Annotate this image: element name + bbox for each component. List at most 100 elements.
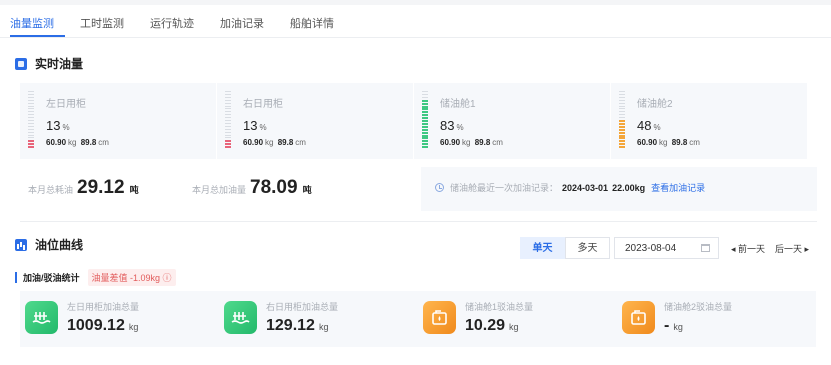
clock-icon — [435, 183, 444, 192]
gauge-tick — [28, 99, 34, 101]
gauge-tick — [619, 91, 625, 92]
gauge-tick — [619, 108, 625, 110]
gauge-tick — [619, 143, 625, 146]
gauge-tick — [28, 137, 34, 139]
gauge-tick — [422, 131, 428, 134]
tank-card: 储油舱1 83% 60.90 kg 89.8 cm — [414, 83, 610, 159]
tab-hours-monitor[interactable]: 工时监测 — [80, 5, 135, 37]
tank-cards: 左日用柜 13% 60.90 kg 89.8 cm 右日用柜 13% 60.90 kg… — [20, 83, 817, 159]
gauge-tick — [619, 105, 625, 107]
refuel-stats: 左日用柜加油总量 1009.12 kg 右日用柜加油总量 129.12 kg 储油舱… — [20, 291, 817, 347]
gauge-tick — [225, 99, 231, 101]
oil-diff-badge[interactable]: 油量差值 -1.09kg ⓘ — [87, 269, 176, 286]
monthly-totals: 本月总耗油 29.12 吨 本月总加油量 78.09 吨 — [20, 167, 415, 211]
gauge-tick — [225, 108, 231, 110]
gauge-tick — [422, 125, 428, 128]
date-value: 2023-08-04 — [625, 243, 677, 254]
gauge-tick — [619, 102, 625, 104]
heading-marker — [15, 272, 17, 283]
gauge-tick — [225, 93, 231, 95]
gauge-tick — [619, 93, 625, 95]
tab-vessel-details[interactable]: 船舶详情 — [290, 5, 345, 37]
level-gauge — [28, 91, 34, 149]
last-refuel-panel: 储油舱最近一次加油记录： 2024-03-01 22.00kg 查看加油记录 — [421, 167, 817, 211]
gauge-tick — [28, 134, 34, 136]
consumption-value: 29.12 — [77, 177, 125, 198]
gauge-tick — [225, 120, 231, 121]
stat-card: 储油舱1驳油总量 10.29 kg — [418, 291, 617, 347]
gauge-tick — [225, 105, 231, 107]
last-refuel-label: 储油舱最近一次加油记录： — [450, 183, 559, 193]
tank-card: 左日用柜 13% 60.90 kg 89.8 cm — [20, 83, 216, 159]
tab-oil-monitor[interactable]: 油量监测 — [10, 5, 65, 37]
app-panel: 油量监测 工时监测 运行轨迹 加油记录 船舶详情 实时油量 左日用柜 13% 6… — [0, 5, 831, 365]
gauge-tick — [619, 125, 625, 128]
oil-transfer-icon — [622, 301, 655, 334]
tab-refuel-records[interactable]: 加油记录 — [220, 5, 275, 37]
monthly-refuel: 本月总加油量 78.09 吨 — [192, 177, 312, 198]
prev-day-button[interactable]: ◂ 前一天 — [731, 242, 765, 255]
monthly-summary: 本月总耗油 29.12 吨 本月总加油量 78.09 吨 储油舱最近一次加油记录… — [20, 167, 817, 211]
last-refuel-date: 2024-03-01 — [562, 182, 609, 193]
gauge-tick — [422, 117, 428, 120]
gauge-tick — [225, 117, 231, 119]
refuel-value: 78.09 — [250, 177, 298, 198]
gauge-tick — [422, 96, 428, 98]
gauge-tick — [28, 111, 34, 113]
gauge-tick — [28, 93, 34, 95]
gauge-tick — [422, 108, 428, 111]
gauge-tick — [225, 146, 231, 149]
section-divider — [20, 221, 817, 222]
gauge-tick — [28, 146, 34, 149]
gauge-tick — [28, 125, 34, 127]
level-gauge — [225, 91, 231, 149]
oil-level-curve-title: 油位曲线 — [35, 238, 84, 252]
gauge-tick — [422, 137, 428, 140]
tank-readings: 60.90 kg 89.8 cm — [637, 138, 700, 147]
gauge-tick — [422, 99, 428, 102]
gauge-tick — [225, 125, 231, 127]
next-day-button[interactable]: 后一天 ▸ — [775, 242, 809, 255]
gauge-tick — [28, 131, 34, 133]
gauge-tick — [28, 120, 34, 121]
gauge-tick — [28, 140, 34, 143]
tab-divider — [0, 37, 831, 38]
gauge-tick — [225, 134, 231, 136]
gauge-tick — [225, 111, 231, 113]
single-day-button[interactable]: 单天 — [520, 237, 565, 259]
tank-icon — [15, 57, 27, 70]
last-refuel-amount: 22.00kg — [612, 182, 646, 193]
gauge-tick — [225, 122, 231, 124]
gauge-tick — [225, 91, 231, 92]
gauge-tick — [225, 114, 231, 116]
gauge-tick — [28, 96, 34, 98]
stat-value: 1009.12 kg — [67, 317, 139, 334]
gauge-tick — [28, 102, 34, 104]
gauge-tick — [225, 131, 231, 133]
gauge-tick — [422, 93, 428, 95]
tank-readings: 60.90 kg 89.8 cm — [243, 138, 306, 147]
gauge-tick — [619, 146, 625, 149]
stat-card: 左日用柜加油总量 1009.12 kg — [20, 291, 219, 347]
tab-track[interactable]: 运行轨迹 — [150, 5, 205, 37]
gauge-tick — [619, 96, 625, 98]
tab-bar: 油量监测 工时监测 运行轨迹 加油记录 船舶详情 — [10, 5, 360, 37]
stat-card: 右日用柜加油总量 129.12 kg — [219, 291, 418, 347]
gauge-tick — [225, 143, 231, 146]
tank-percent: 83% — [440, 118, 464, 133]
stat-value: - kg — [664, 317, 683, 334]
multi-day-button[interactable]: 多天 — [565, 237, 610, 259]
tank-readings: 60.90 kg 89.8 cm — [46, 138, 109, 147]
tank-name: 左日用柜 — [46, 99, 86, 110]
gauge-tick — [422, 128, 428, 131]
view-refuel-records-link[interactable]: 查看加油记录 — [651, 181, 705, 194]
date-picker[interactable]: 2023-08-04 — [614, 237, 719, 259]
refuel-stats-heading: 加油/驳油统计 油量差值 -1.09kg ⓘ — [15, 269, 176, 286]
gauge-tick — [422, 120, 428, 122]
gauge-tick — [28, 91, 34, 92]
gauge-tick — [422, 111, 428, 114]
level-gauge — [619, 91, 625, 149]
stat-value: 129.12 kg — [266, 317, 329, 334]
tank-percent: 13% — [243, 118, 267, 133]
gauge-tick — [28, 143, 34, 146]
